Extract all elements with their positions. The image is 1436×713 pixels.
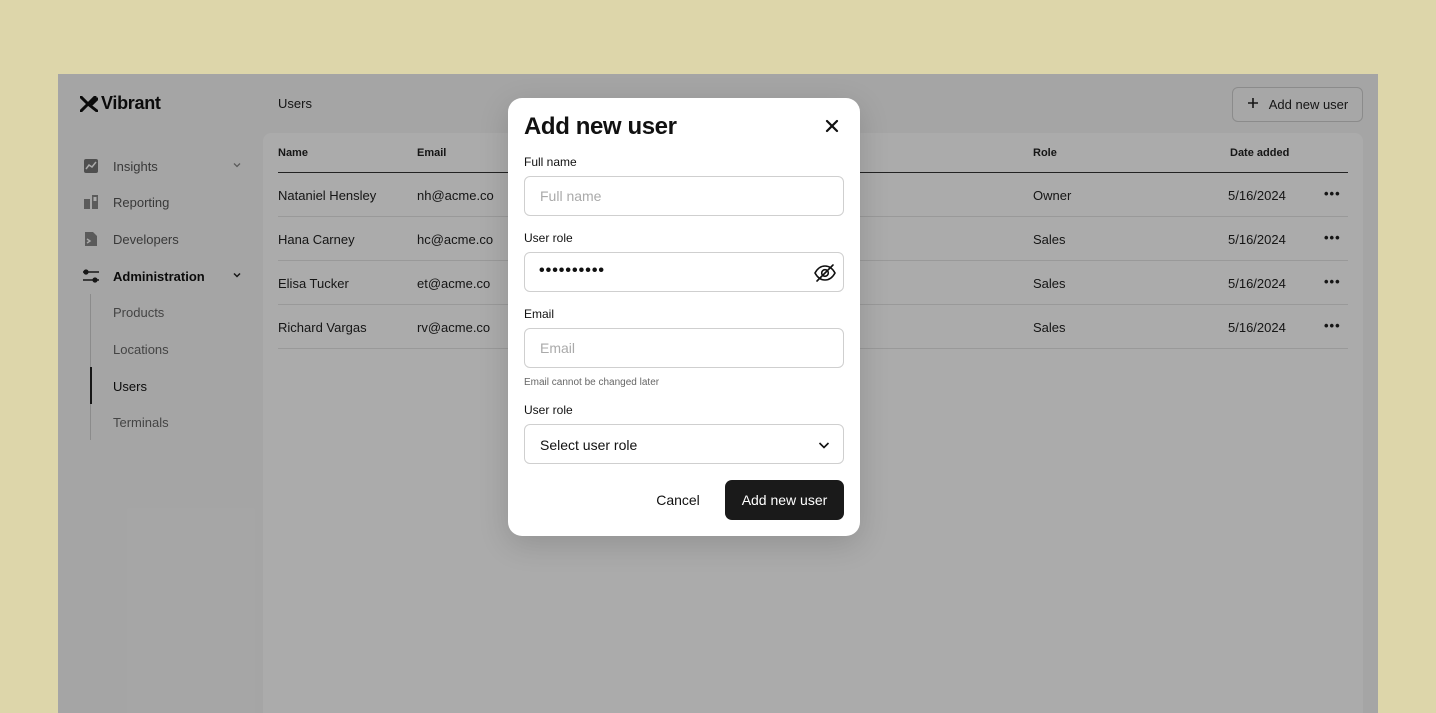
email-label: Email	[524, 307, 555, 321]
role-label: User role	[524, 403, 573, 417]
submit-add-user-button[interactable]: Add new user	[725, 480, 844, 520]
password-label: User role	[524, 231, 573, 245]
email-input[interactable]	[524, 328, 844, 368]
close-icon	[825, 119, 839, 133]
password-input[interactable]: ••••••••••	[524, 252, 844, 292]
cancel-button[interactable]: Cancel	[644, 480, 712, 520]
full-name-label: Full name	[524, 155, 577, 169]
password-value: ••••••••••	[539, 262, 606, 279]
user-role-value: Select user role	[540, 437, 638, 453]
eye-off-icon[interactable]	[813, 261, 837, 285]
email-hint: Email cannot be changed later	[524, 377, 660, 388]
add-user-modal: Add new user Full name User role •••••••…	[508, 98, 860, 536]
user-role-select[interactable]: Select user role	[524, 424, 844, 464]
chevron-down-icon	[817, 438, 831, 455]
modal-title: Add new user	[524, 113, 677, 140]
full-name-input[interactable]	[524, 176, 844, 216]
close-button[interactable]	[822, 116, 842, 136]
